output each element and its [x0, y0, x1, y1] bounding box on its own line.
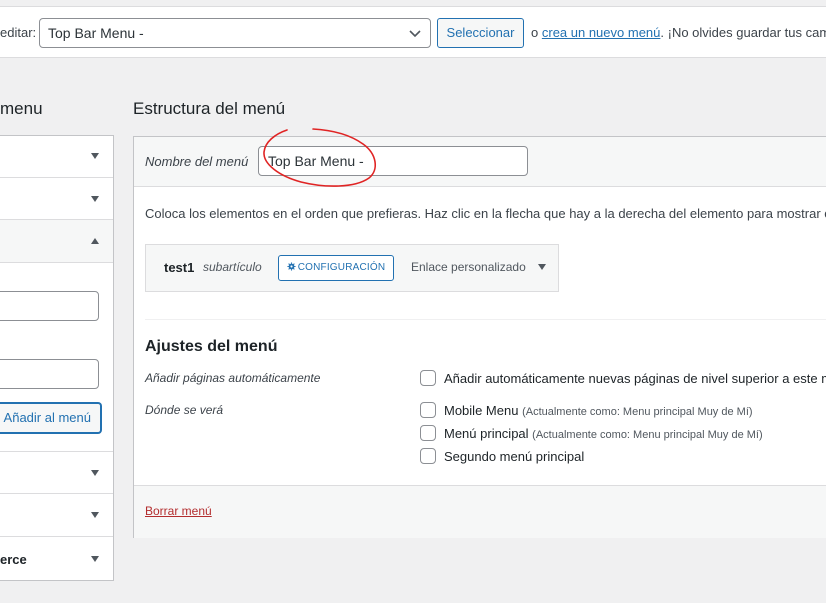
- edit-label: editar:: [0, 25, 37, 40]
- chevron-down-icon: [91, 470, 99, 476]
- accordion-section-label: erce: [0, 552, 27, 567]
- accordion-section-4[interactable]: [0, 451, 113, 494]
- add-items-title: menu: [0, 99, 43, 118]
- create-menu-link[interactable]: crea un nuevo menú: [542, 25, 661, 40]
- menu-item-subtitle: subartículo: [203, 260, 262, 274]
- configuration-label: CONFIGURACIÓN: [297, 262, 386, 273]
- divider: [145, 319, 826, 320]
- chevron-down-icon: [409, 30, 421, 38]
- custom-link-url-input[interactable]: [0, 291, 99, 321]
- location-option-label: Menú principal: [444, 426, 529, 441]
- menu-select-bar: editar: Top Bar Menu - Seleccionar o cre…: [0, 6, 826, 58]
- menu-select-dropdown[interactable]: Top Bar Menu -: [39, 18, 431, 48]
- location-option-label: Segundo menú principal: [444, 449, 585, 464]
- location-option-main-menu[interactable]: Menú principal (Actualmente como: Menu p…: [420, 425, 763, 443]
- menu-item-type: Enlace personalizado: [411, 260, 526, 274]
- location-option-second-main-menu[interactable]: Segundo menú principal: [420, 448, 584, 466]
- add-items-panel: Añadir al menú erce: [0, 135, 114, 581]
- configuration-button[interactable]: CONFIGURACIÓN: [278, 255, 394, 281]
- menu-footer-bar: Borrar menú: [134, 485, 826, 538]
- custom-link-text-input[interactable]: [0, 359, 99, 389]
- save-reminder: . ¡No olvides guardar tus cam: [660, 25, 826, 40]
- location-option-mobile-menu[interactable]: Mobile Menu (Actualmente como: Menu prin…: [420, 402, 753, 420]
- menu-settings-title: Ajustes del menú: [145, 338, 278, 355]
- location-checkbox[interactable]: [420, 402, 436, 418]
- menu-item-title: test1: [164, 260, 195, 275]
- gear-icon: [287, 262, 296, 271]
- location-checkbox[interactable]: [420, 448, 436, 464]
- auto-add-checkbox[interactable]: [420, 370, 436, 386]
- auto-add-option[interactable]: Añadir automáticamente nuevas páginas de…: [420, 370, 826, 388]
- accordion-section-custom-links[interactable]: [0, 220, 113, 263]
- accordion-section-2[interactable]: [0, 178, 113, 220]
- menu-structure-title: Estructura del menú: [133, 99, 286, 118]
- accordion-section-woocommerce[interactable]: erce: [0, 537, 113, 581]
- menu-name-label: Nombre del menú: [145, 154, 249, 169]
- location-label: Dónde se verá: [145, 403, 224, 417]
- auto-add-label: Añadir páginas automáticamente: [145, 371, 321, 385]
- or-text: o: [531, 25, 539, 40]
- select-button[interactable]: Seleccionar: [437, 18, 524, 48]
- add-to-menu-button[interactable]: Añadir al menú: [0, 403, 101, 433]
- create-menu-text: o crea un nuevo menú. ¡No olvides guarda…: [531, 25, 826, 40]
- menu-item-test1[interactable]: test1 subartículo CONFIGURACIÓN Enlace p…: [145, 244, 559, 292]
- auto-add-option-label: Añadir automáticamente nuevas páginas de…: [444, 371, 826, 386]
- location-option-note: (Actualmente como: Menu principal Muy de…: [522, 406, 753, 418]
- chevron-up-icon: [91, 238, 99, 244]
- menu-structure-panel: Nombre del menú Top Bar Menu - Coloca lo…: [133, 136, 826, 538]
- chevron-down-icon: [91, 512, 99, 518]
- menu-instructions: Coloca los elementos en el orden que pre…: [145, 206, 826, 221]
- chevron-down-icon: [91, 196, 99, 202]
- menu-select-value: Top Bar Menu -: [48, 25, 144, 41]
- chevron-down-icon: [91, 556, 99, 562]
- menu-name-input[interactable]: Top Bar Menu -: [258, 146, 528, 176]
- chevron-down-icon: [91, 153, 99, 159]
- chevron-down-icon[interactable]: [538, 264, 546, 270]
- location-option-label: Mobile Menu: [444, 403, 519, 418]
- location-checkbox[interactable]: [420, 425, 436, 441]
- accordion-section-5[interactable]: [0, 494, 113, 537]
- delete-menu-link[interactable]: Borrar menú: [145, 504, 212, 518]
- location-option-note: (Actualmente como: Menu principal Muy de…: [532, 429, 763, 441]
- menu-name-bar: Nombre del menú Top Bar Menu -: [134, 137, 826, 187]
- accordion-section-1[interactable]: [0, 136, 113, 178]
